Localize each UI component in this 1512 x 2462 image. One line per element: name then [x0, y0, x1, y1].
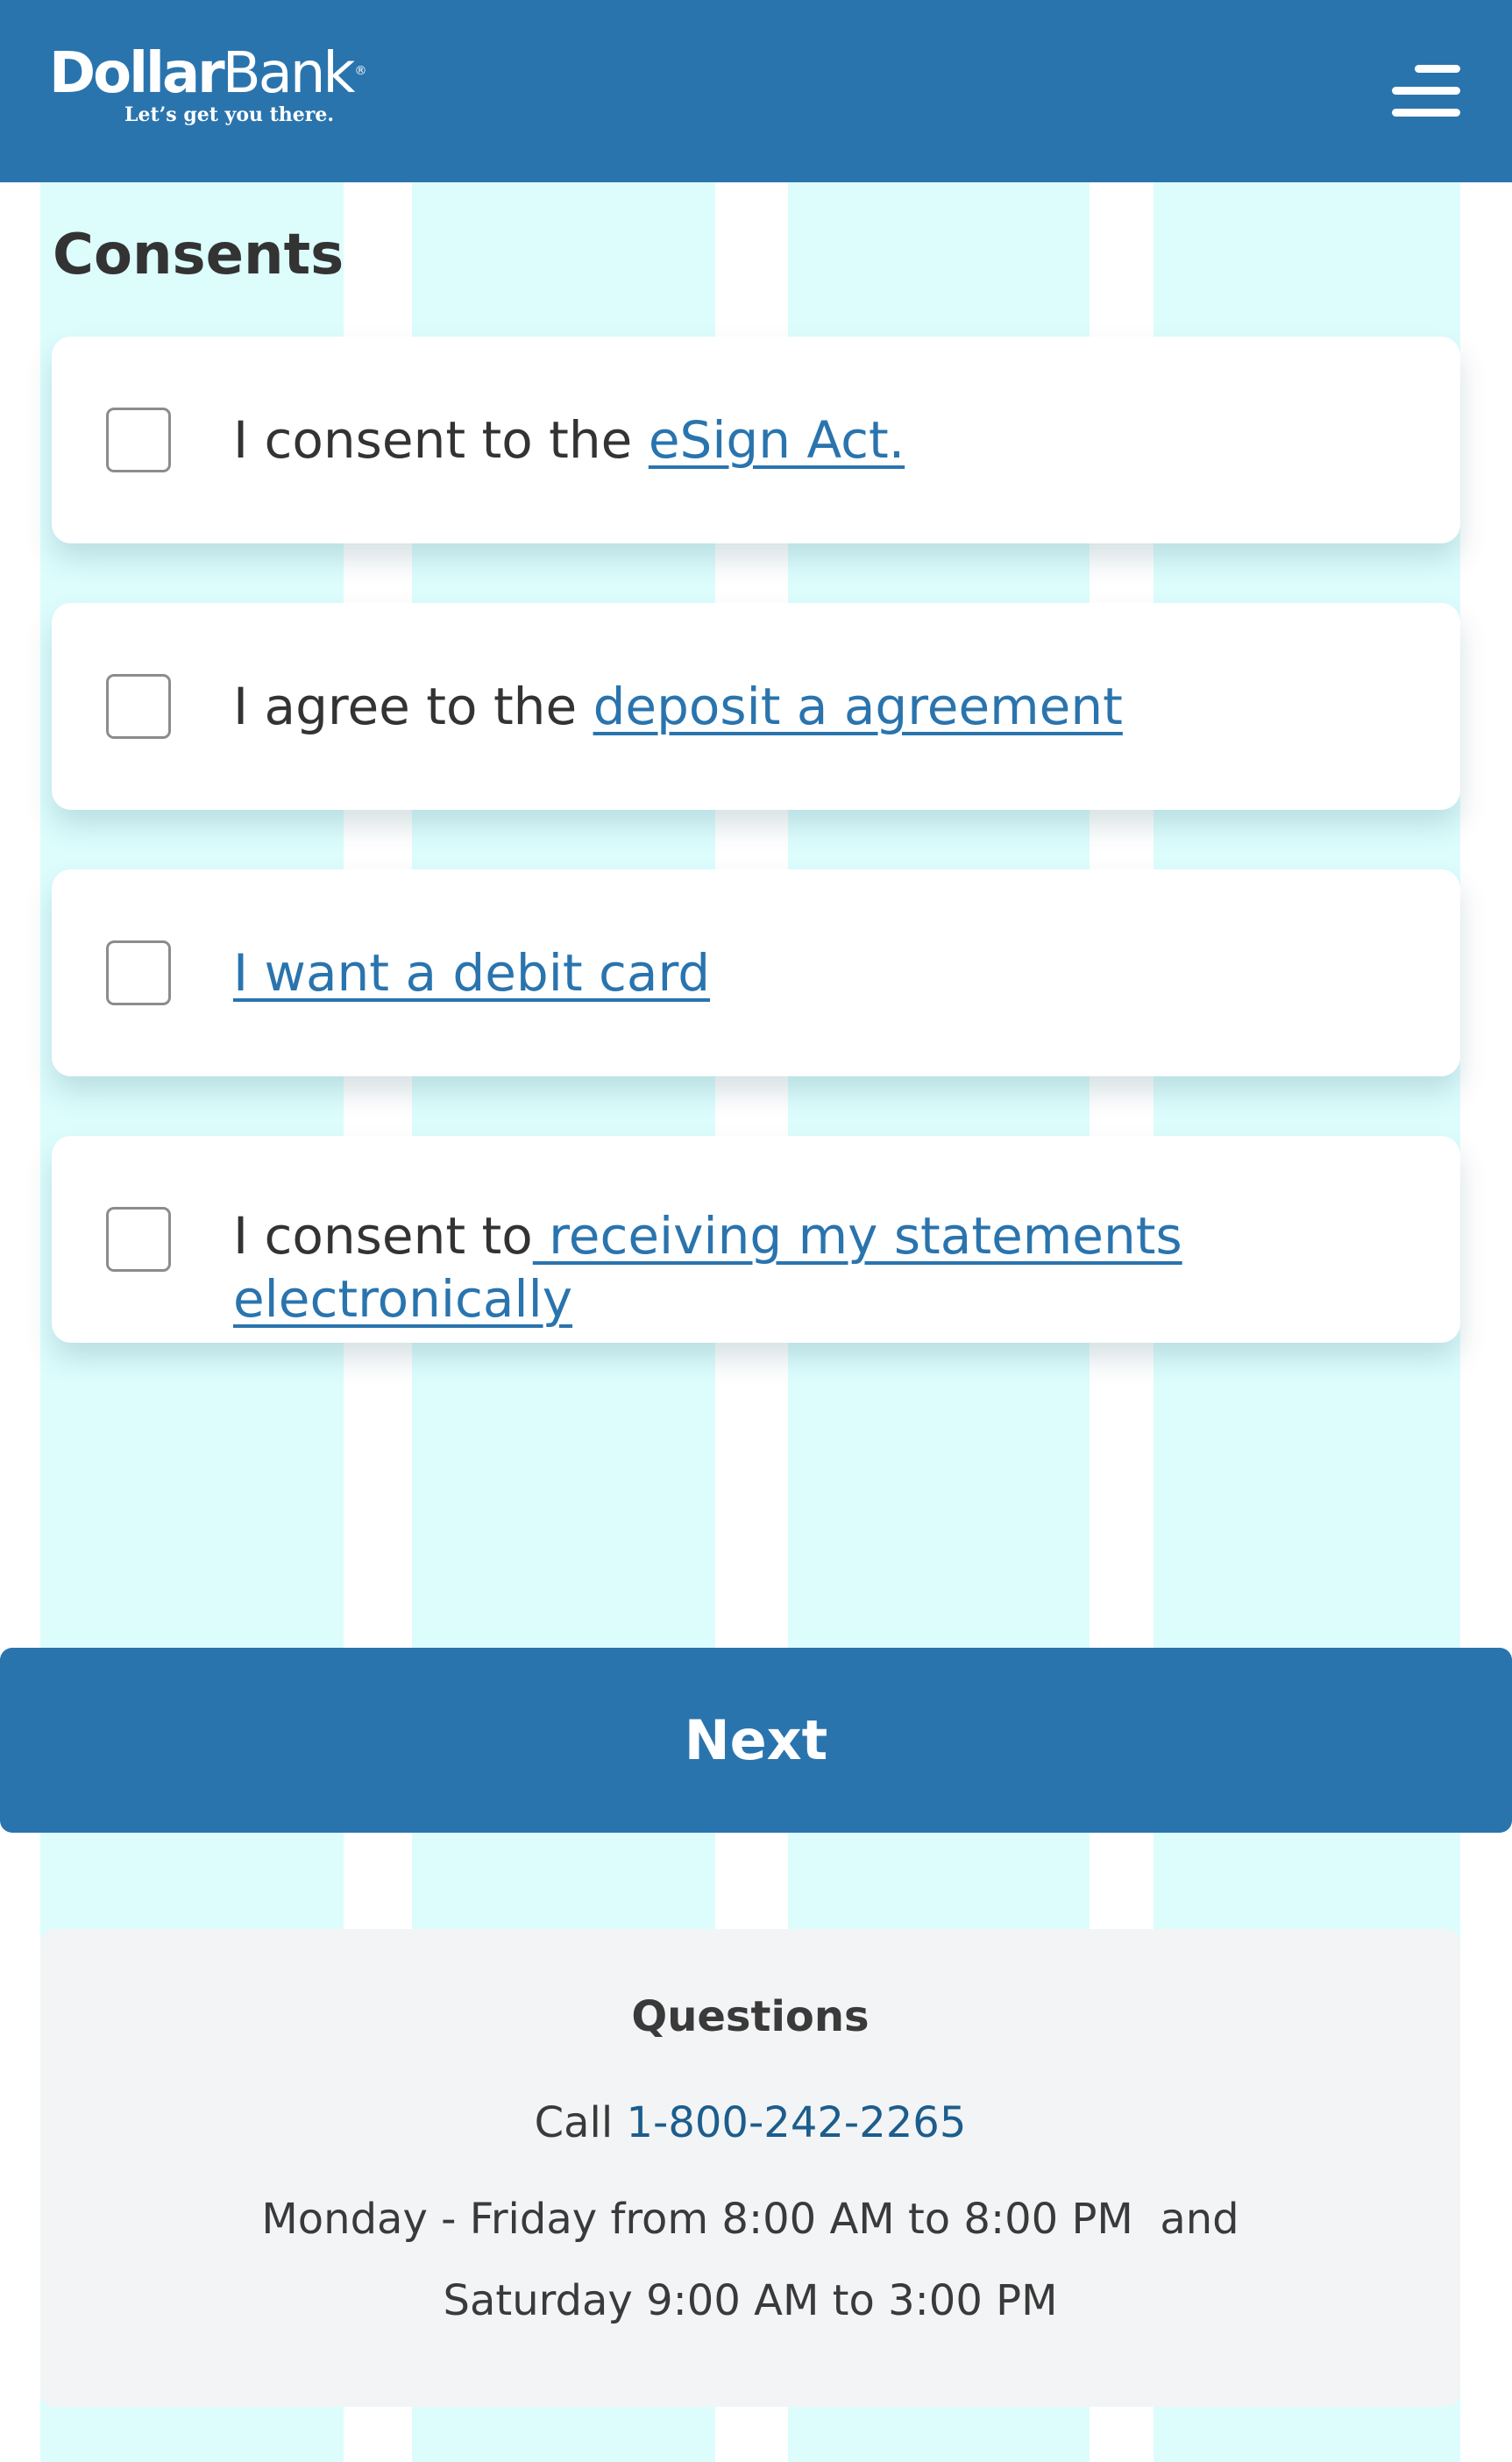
- next-button[interactable]: Next: [0, 1648, 1512, 1833]
- phone-number-link[interactable]: 1-800-242-2265: [626, 2098, 966, 2147]
- hours-saturday: Saturday 9:00 AM to 3:00 PM: [443, 2276, 1058, 2325]
- logo-tagline: Let’s get you there.: [124, 103, 335, 126]
- app-header: DollarBank ® Let’s get you there.: [0, 0, 1512, 182]
- debit-card-link[interactable]: I want a debit card: [233, 943, 710, 1003]
- esign-act-link[interactable]: eSign Act.: [649, 410, 905, 470]
- consent-text: I agree to the deposit a agreement: [233, 677, 1123, 736]
- business-hours: Monday - Friday from 8:00 AM to 8:00 PM …: [40, 2179, 1460, 2342]
- logo-wordmark: DollarBank ®: [49, 41, 366, 106]
- consent-card-electronic-statements[interactable]: I consent to receiving my statements ele…: [52, 1136, 1460, 1343]
- deposit-agreement-checkbox[interactable]: [106, 674, 171, 739]
- consent-text: I consent to receiving my statements ele…: [233, 1206, 1182, 1329]
- hours-weekday: Monday - Friday from 8:00 AM to 8:00 PM …: [261, 2195, 1239, 2244]
- consent-card-deposit-agreement[interactable]: I agree to the deposit a agreement: [52, 603, 1460, 810]
- page-title: Consents: [53, 223, 344, 287]
- questions-panel: Questions Call 1-800-242-2265 Monday - F…: [40, 1929, 1460, 2407]
- esign-consent-checkbox[interactable]: [106, 408, 171, 472]
- dollar-bank-logo[interactable]: DollarBank ® Let’s get you there.: [49, 41, 366, 126]
- electronic-statements-checkbox[interactable]: [106, 1207, 171, 1272]
- deposit-agreement-link[interactable]: deposit a agreement: [593, 677, 1123, 736]
- consent-card-debit-card[interactable]: I want a debit card: [52, 869, 1460, 1076]
- hamburger-menu-icon[interactable]: [1392, 63, 1460, 119]
- debit-card-checkbox[interactable]: [106, 940, 171, 1005]
- consent-text: I consent to the eSign Act.: [233, 410, 905, 470]
- call-line: Call 1-800-242-2265: [40, 2098, 1460, 2147]
- consent-text: I want a debit card: [233, 941, 1408, 1004]
- consent-card-esign[interactable]: I consent to the eSign Act.: [52, 337, 1460, 543]
- call-label: Call: [534, 2098, 627, 2147]
- questions-title: Questions: [631, 1992, 870, 2041]
